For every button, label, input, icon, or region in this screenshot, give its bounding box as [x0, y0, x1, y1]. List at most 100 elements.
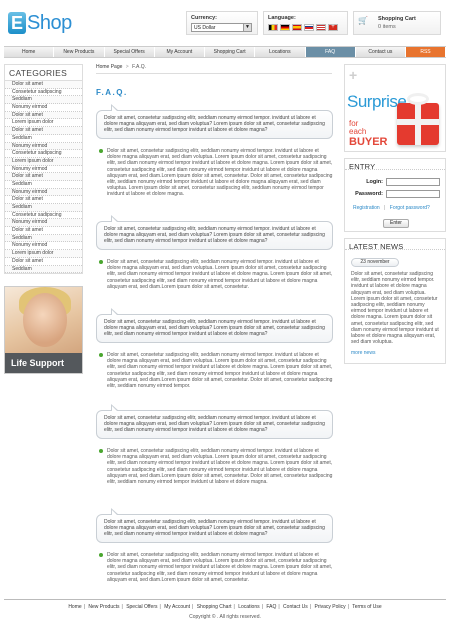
- faq-question: Dolor sit amet, consetetur sadipscing el…: [96, 215, 333, 250]
- category-item[interactable]: Dolor sit amet: [5, 258, 82, 266]
- login-input[interactable]: [386, 178, 440, 186]
- category-item[interactable]: Seddiam: [5, 181, 82, 189]
- footer-separator: |: [159, 604, 161, 610]
- footer-link-privacy-policy[interactable]: Privacy Policy: [314, 604, 345, 610]
- shopping-cart-box[interactable]: 🛒 Shopping Cart 0 items: [353, 11, 441, 35]
- breadcrumb: Home Page > F.A.Q.: [96, 64, 332, 74]
- login-label: Login:: [366, 179, 383, 185]
- news-text: Dolor sit amet, consetetur sadipscing el…: [351, 271, 439, 346]
- category-item[interactable]: Seddiam: [5, 96, 82, 105]
- category-item[interactable]: Seddiam: [5, 265, 82, 274]
- footer-separator: |: [278, 604, 280, 610]
- faq-question: Dolor sit amet, consetetur sadipscing el…: [96, 104, 333, 139]
- logo[interactable]: E Shop: [8, 10, 72, 36]
- language-flags: +: [268, 24, 338, 31]
- promo-banner[interactable]: + Surprise for each BUYER: [344, 64, 446, 152]
- life-support-label: Life Support: [5, 353, 82, 374]
- category-item[interactable]: Dolor sit amet: [5, 111, 82, 120]
- category-item[interactable]: Dolor sit amet: [5, 196, 82, 204]
- login-title: ENTRY: [345, 159, 445, 171]
- faq-question: Dolor sit amet, consetetur sadipscing el…: [96, 308, 333, 343]
- category-item[interactable]: Dolor sit amet: [5, 173, 82, 181]
- category-item[interactable]: Lorem ipsum dolor: [5, 119, 82, 128]
- enter-button[interactable]: Enter: [383, 219, 409, 228]
- faq-answer-text: Dolor sit amet, consetetur sadipscing el…: [107, 448, 333, 486]
- breadcrumb-home[interactable]: Home Page: [96, 64, 122, 70]
- category-item[interactable]: Nonumy eirmod: [5, 166, 82, 174]
- footer-separator: |: [233, 604, 235, 610]
- category-item[interactable]: Lorem ipsum dolor: [5, 250, 82, 258]
- faq-answer: Dolor sit amet, consetetur sadipscing el…: [99, 448, 334, 485]
- footer-link-new-products[interactable]: New Products: [88, 604, 119, 610]
- flag-germany-icon[interactable]: [280, 24, 290, 31]
- category-item[interactable]: Consetetur sadipscing: [5, 89, 82, 97]
- bullet-icon: [99, 149, 103, 153]
- category-item[interactable]: Seddiam: [5, 234, 82, 243]
- bullet-icon: [99, 553, 103, 557]
- footer-link-locations[interactable]: Locations: [238, 604, 259, 610]
- login-row: Login:: [366, 178, 440, 186]
- category-item[interactable]: Nonumy eirmod: [5, 188, 82, 197]
- nav-rss[interactable]: RSS: [406, 47, 446, 57]
- news-title: LATEST NEWS: [345, 239, 445, 251]
- promo-buyer-text: BUYER: [349, 136, 388, 148]
- link-separator: |: [384, 205, 386, 211]
- category-item[interactable]: Seddiam: [5, 204, 82, 212]
- header: E Shop Currency: US Dollar ▼ Language: +…: [0, 0, 450, 44]
- login-links: Registration | Forgot password?: [353, 205, 430, 211]
- category-item[interactable]: Consetetur sadipscing: [5, 212, 82, 220]
- flag-switzerland-icon[interactable]: +: [328, 24, 338, 31]
- main-content: Home Page > F.A.Q. F.A.Q. Dolor sit amet…: [96, 64, 336, 583]
- logo-mark: E: [8, 12, 26, 34]
- categories-list: Dolor sit amet Consetetur sadipscing Sed…: [4, 80, 83, 275]
- footer-link-special-offers[interactable]: Special Offers: [126, 604, 157, 610]
- breadcrumb-separator: >: [125, 64, 129, 70]
- copyright: Copyright © . All rights reserved.: [189, 614, 261, 620]
- currency-select[interactable]: US Dollar ▼: [191, 23, 252, 32]
- flag-spain-icon[interactable]: [292, 24, 302, 31]
- nav-my-account[interactable]: My Account: [154, 47, 205, 57]
- forgot-password-link[interactable]: Forgot password?: [390, 205, 430, 211]
- category-item[interactable]: Nonumy eirmod: [5, 142, 82, 151]
- nav-contact-us[interactable]: Contact us: [355, 47, 406, 57]
- footer-link-faq[interactable]: FAQ: [266, 604, 276, 610]
- category-item[interactable]: Dolor sit amet: [5, 127, 82, 135]
- nav-faq[interactable]: FAQ: [305, 47, 356, 57]
- page-title: F.A.Q.: [96, 88, 128, 97]
- nav-shopping-cart[interactable]: Shopping Cart: [205, 47, 256, 57]
- breadcrumb-current: F.A.Q.: [132, 64, 147, 70]
- footer-link-contact-us[interactable]: Contact Us: [283, 604, 308, 610]
- faq-question: Dolor sit amet, consetetur sadipscing el…: [96, 404, 333, 439]
- promo-plus: +: [349, 67, 358, 83]
- category-item[interactable]: Nonumy eirmod: [5, 242, 82, 251]
- category-item[interactable]: Lorem ipsum dolor: [5, 157, 82, 166]
- category-item[interactable]: Dolor sit amet: [5, 227, 82, 235]
- nav-special-offers[interactable]: Special Offers: [104, 47, 155, 57]
- flag-usa-icon[interactable]: [316, 24, 326, 31]
- flag-belgium-icon[interactable]: [268, 24, 278, 31]
- footer-link-terms-of-use[interactable]: Terms of Use: [352, 604, 381, 610]
- category-item[interactable]: Dolor sit amet: [5, 81, 82, 89]
- footer-separator: |: [261, 604, 263, 610]
- bullet-icon: [99, 260, 103, 264]
- category-item[interactable]: Seddiam: [5, 135, 82, 143]
- password-input[interactable]: [386, 190, 440, 198]
- flag-uk-icon[interactable]: [304, 24, 314, 31]
- life-support-banner[interactable]: Life Support: [4, 286, 83, 375]
- category-item[interactable]: Nonumy eirmod: [5, 104, 82, 112]
- footer-separator: |: [347, 604, 349, 610]
- nav-locations[interactable]: Locations: [255, 47, 306, 57]
- category-item[interactable]: Nonumy eirmod: [5, 219, 82, 228]
- footer-link-shopping-chart[interactable]: Shopping Chart: [197, 604, 232, 610]
- registration-link[interactable]: Registration: [353, 205, 380, 211]
- footer-separator: |: [192, 604, 194, 610]
- category-item[interactable]: Consetetur sadipscing: [5, 150, 82, 158]
- nav-home[interactable]: Home: [4, 47, 55, 57]
- language-label: Language:: [268, 15, 296, 21]
- footer-link-home[interactable]: Home: [68, 604, 81, 610]
- footer-separator: |: [309, 604, 312, 610]
- nav-new-products[interactable]: New Products: [54, 47, 105, 57]
- faq-answer-text: Dolor sit amet, consetetur sadipscing el…: [107, 552, 333, 583]
- footer-link-my-account[interactable]: My Account: [164, 604, 190, 610]
- more-news-link[interactable]: more news: [351, 350, 375, 356]
